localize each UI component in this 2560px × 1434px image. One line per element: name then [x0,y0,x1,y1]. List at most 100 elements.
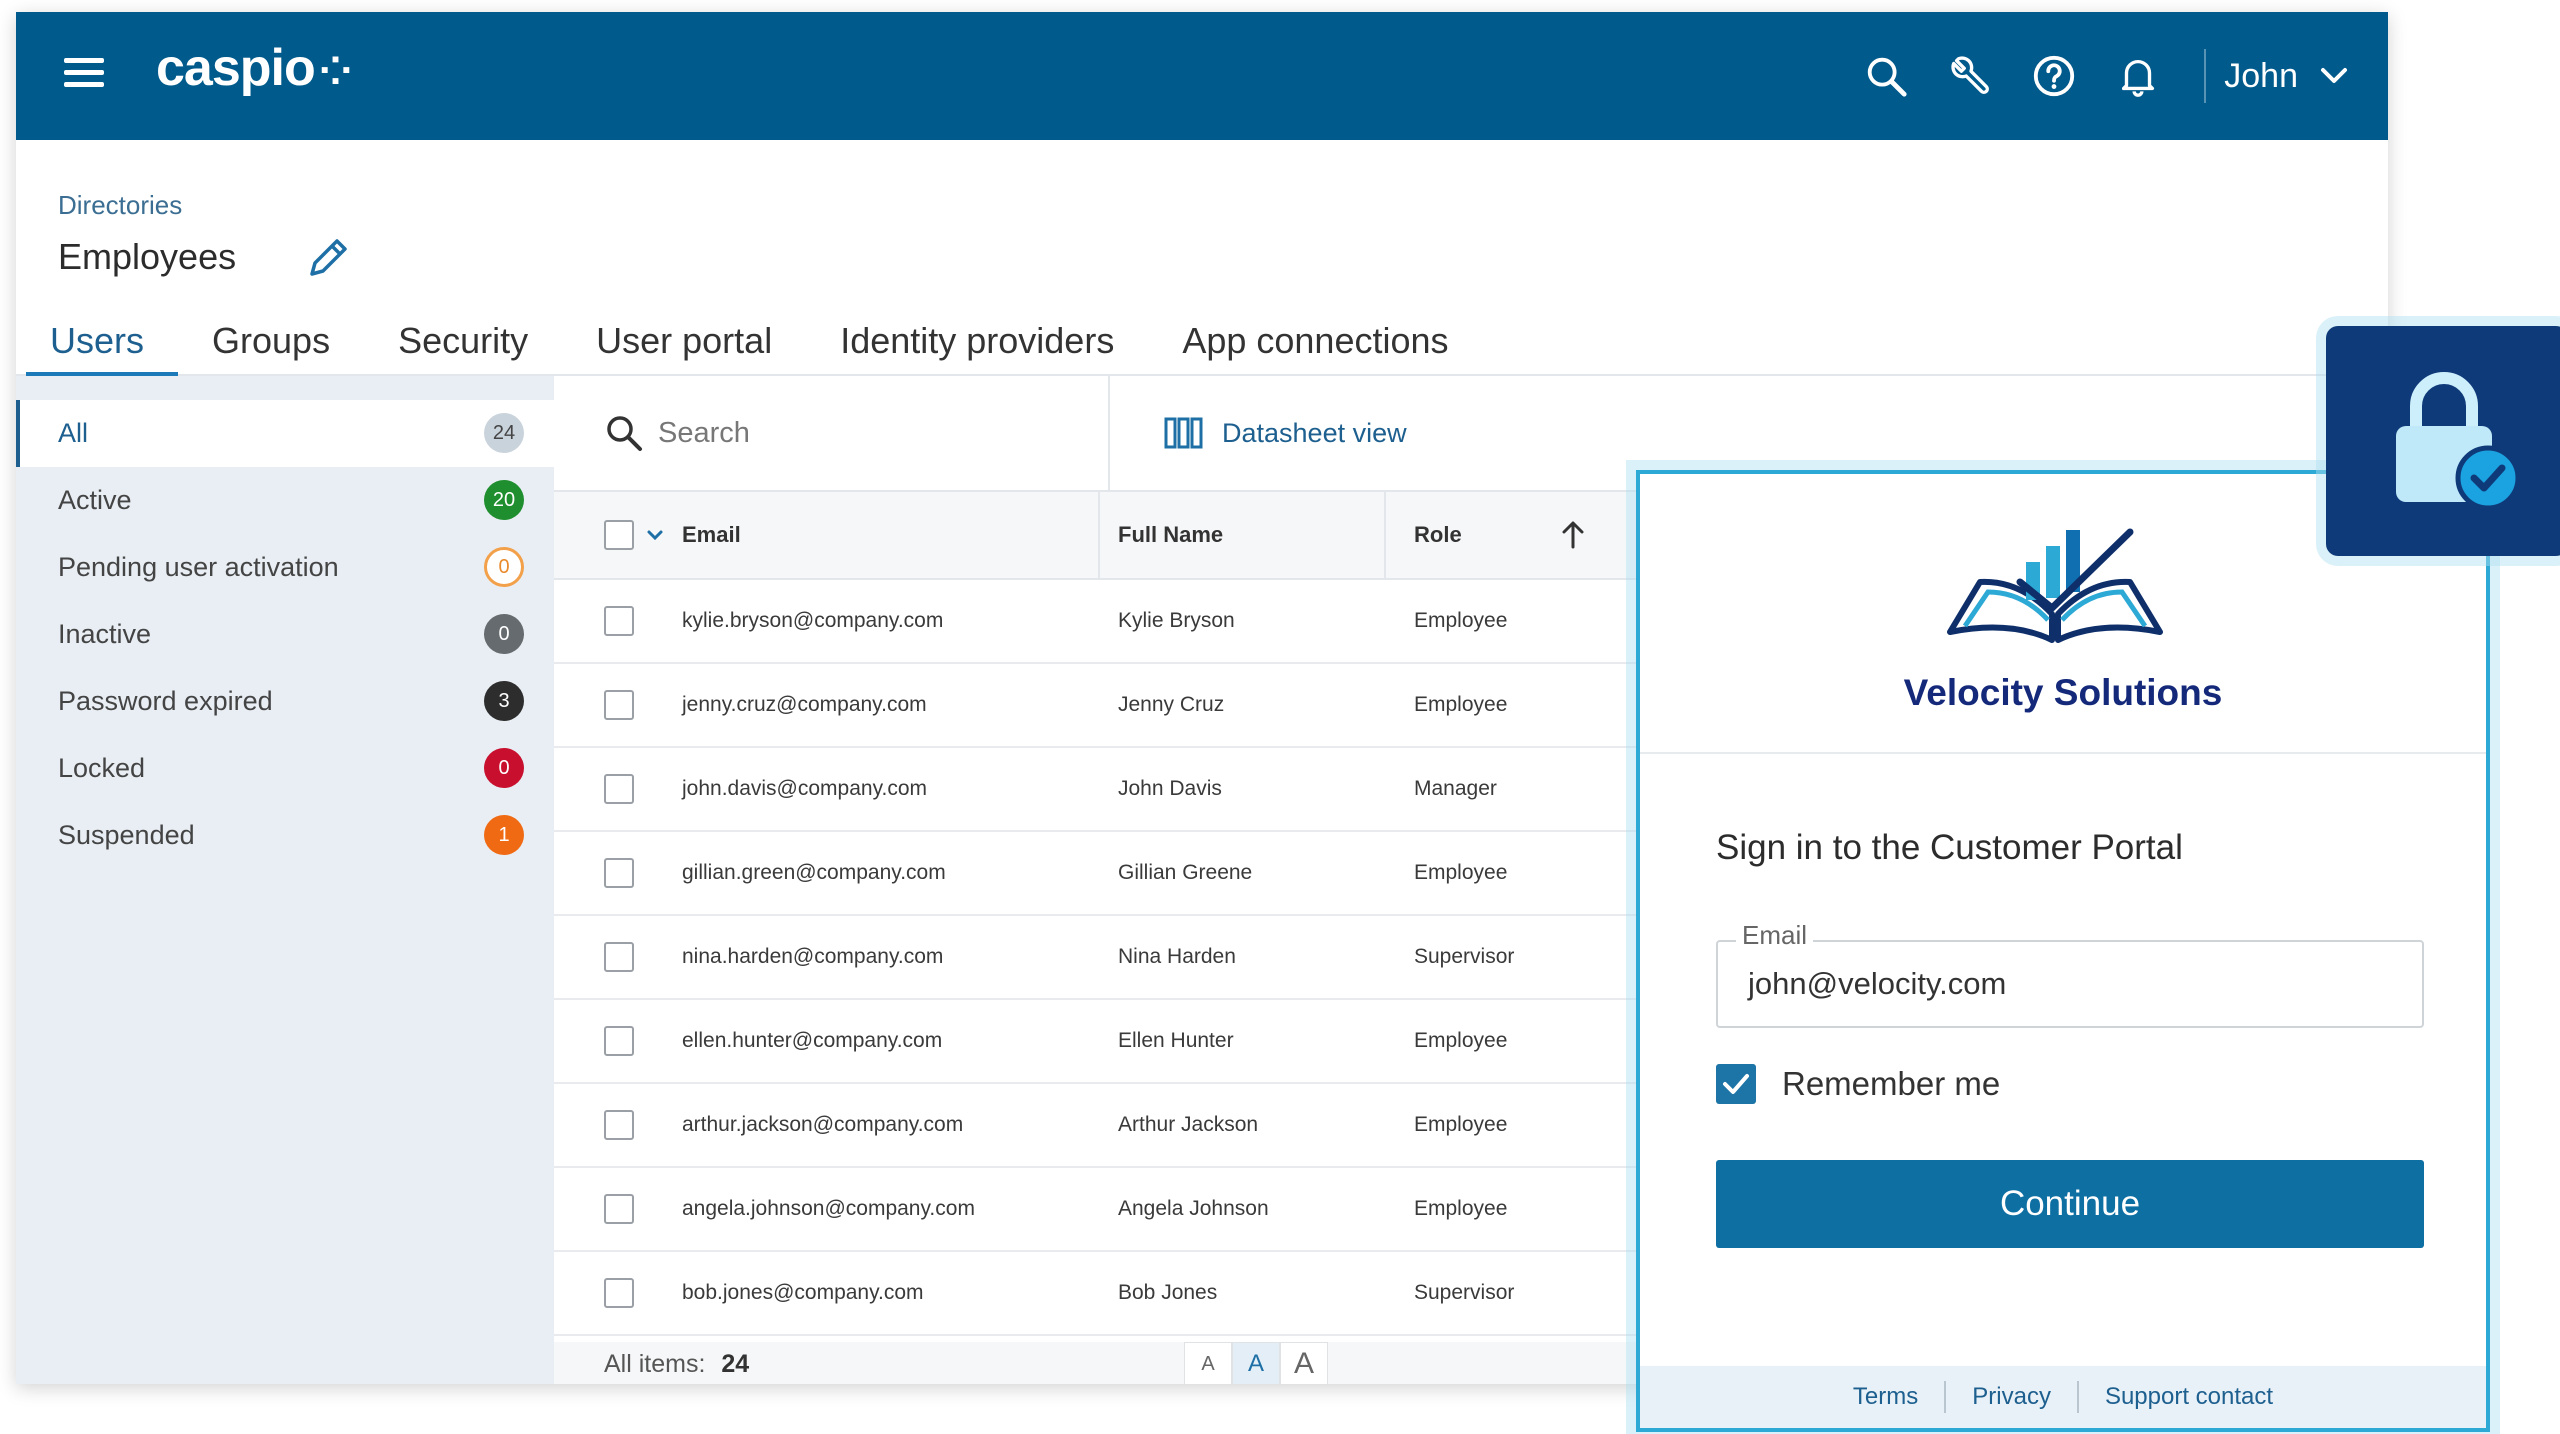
chevron-down-icon[interactable] [644,524,666,546]
column-header-role[interactable]: Role [1384,491,1614,579]
menu-icon[interactable] [64,58,104,94]
cell-full-name: Ellen Hunter [1118,1029,1234,1052]
security-badge [2326,326,2560,556]
cell-role: Employee [1414,861,1508,884]
font-size-small-button[interactable]: A [1184,1342,1232,1384]
tab-identity-providers[interactable]: Identity providers [806,300,1148,376]
wrench-icon[interactable] [1928,34,2012,118]
tab-users[interactable]: Users [16,300,179,376]
cell-full-name: Bob Jones [1118,1281,1218,1304]
lock-check-icon [2396,372,2521,511]
row-checkbox[interactable] [604,690,634,720]
tab-security[interactable]: Security [364,300,562,376]
sidebar-item-suspended[interactable]: Suspended 1 [16,802,554,869]
cell-full-name: Arthur Jackson [1118,1113,1259,1136]
columns-icon [1164,417,1203,449]
remember-me-checkbox[interactable]: Remember me [1716,1064,2000,1104]
terms-link[interactable]: Terms [1827,1383,1944,1411]
page-header: Directories Employees Users Groups Secur… [16,140,2388,376]
search-input[interactable]: Search [554,375,1110,491]
cell-role: Supervisor [1414,1281,1515,1304]
sidebar-item-label: Inactive [58,619,152,649]
cell-role: Employee [1414,1029,1508,1052]
column-header-email[interactable]: Email [674,491,1098,579]
cell-full-name: Angela Johnson [1118,1197,1269,1220]
cell-email: gillian.green@company.com [682,861,946,884]
support-contact-link[interactable]: Support contact [2079,1383,2299,1411]
sidebar-item-label: Password expired [58,686,273,716]
remember-me-label: Remember me [1782,1065,2001,1102]
search-icon [607,416,642,451]
row-checkbox[interactable] [604,942,634,972]
count-badge: 1 [484,815,524,855]
font-size-switcher: A A A [1184,1342,1328,1384]
privacy-link[interactable]: Privacy [1946,1383,2077,1411]
search-placeholder: Search [658,416,750,449]
cell-role: Manager [1414,777,1497,800]
top-bar: caspio ⁘ John [16,12,2388,140]
sidebar-item-active[interactable]: Active 20 [16,467,554,534]
row-checkbox[interactable] [604,1110,634,1140]
count-badge: 24 [484,413,524,453]
continue-button[interactable]: Continue [1716,1160,2424,1248]
row-checkbox[interactable] [604,1278,634,1308]
user-name: John [2224,56,2298,95]
cell-email: kylie.bryson@company.com [682,609,944,632]
font-size-medium-button[interactable]: A [1232,1342,1280,1384]
row-checkbox[interactable] [604,774,634,804]
page-title: Employees [58,236,237,277]
datasheet-view-button[interactable]: Datasheet view [1110,416,1407,450]
row-checkbox[interactable] [604,858,634,888]
tab-groups[interactable]: Groups [178,300,364,376]
sidebar-item-label: Active [58,485,132,515]
cell-role: Employee [1414,1113,1508,1136]
count-badge: 0 [484,547,524,587]
sidebar-item-label: Locked [58,753,146,783]
cell-email: nina.harden@company.com [682,945,944,968]
sidebar-item-label: Suspended [58,820,195,850]
datasheet-view-label: Datasheet view [1222,417,1407,448]
email-field[interactable]: Email john@velocity.com [1716,920,2424,1028]
search-icon[interactable] [1844,34,1928,118]
brand-name: Velocity Solutions [1903,672,2223,713]
email-label: Email [1736,920,1814,951]
login-footer: Terms Privacy Support contact [1640,1366,2486,1428]
bell-icon[interactable] [2096,34,2180,118]
sidebar-item-locked[interactable]: Locked 0 [16,735,554,802]
email-value: john@velocity.com [1748,966,2007,1001]
count-badge: 0 [484,748,524,788]
status-sidebar: All 24 Active 20 Pending user activation 0 … [16,376,554,1384]
font-size-large-button[interactable]: A [1280,1342,1328,1384]
row-checkbox[interactable] [604,1026,634,1056]
tab-user-portal[interactable]: User portal [562,300,806,376]
tab-bar: Users Groups Security User portal Identi… [16,300,1483,376]
sidebar-item-inactive[interactable]: Inactive 0 [16,601,554,668]
sidebar-item-label: Pending user activation [58,552,339,582]
sidebar-item-pending[interactable]: Pending user activation 0 [16,534,554,601]
sidebar-item-password-expired[interactable]: Password expired 3 [16,668,554,735]
tab-app-connections[interactable]: App connections [1148,300,1482,376]
column-header-full-name[interactable]: Full Name [1098,491,1384,579]
help-icon[interactable] [2012,34,2096,118]
cell-role: Supervisor [1414,945,1515,968]
sidebar-item-all[interactable]: All 24 [16,400,554,467]
chevron-down-icon [2321,68,2347,83]
select-all-checkbox[interactable] [604,520,634,550]
row-checkbox[interactable] [604,1194,634,1224]
sort-ascending-icon[interactable] [1560,520,1586,550]
divider [2204,49,2207,103]
cell-email: john.davis@company.com [682,777,928,800]
pencil-icon[interactable] [304,234,352,282]
cell-full-name: John Davis [1118,777,1222,800]
velocity-book-logo [1947,528,2163,643]
cell-role: Employee [1414,1197,1508,1220]
login-card: Velocity Solutions Sign in to the Custom… [1636,470,2490,1432]
row-checkbox[interactable] [604,606,634,636]
breadcrumb[interactable]: Directories [58,190,182,221]
cell-full-name: Gillian Greene [1118,861,1253,884]
cell-email: angela.johnson@company.com [682,1197,975,1220]
user-menu[interactable]: John [2224,57,2348,96]
cell-email: bob.jones@company.com [682,1281,924,1304]
cell-full-name: Nina Harden [1118,945,1236,968]
caspio-logo[interactable]: caspio ⁘ [156,38,352,98]
